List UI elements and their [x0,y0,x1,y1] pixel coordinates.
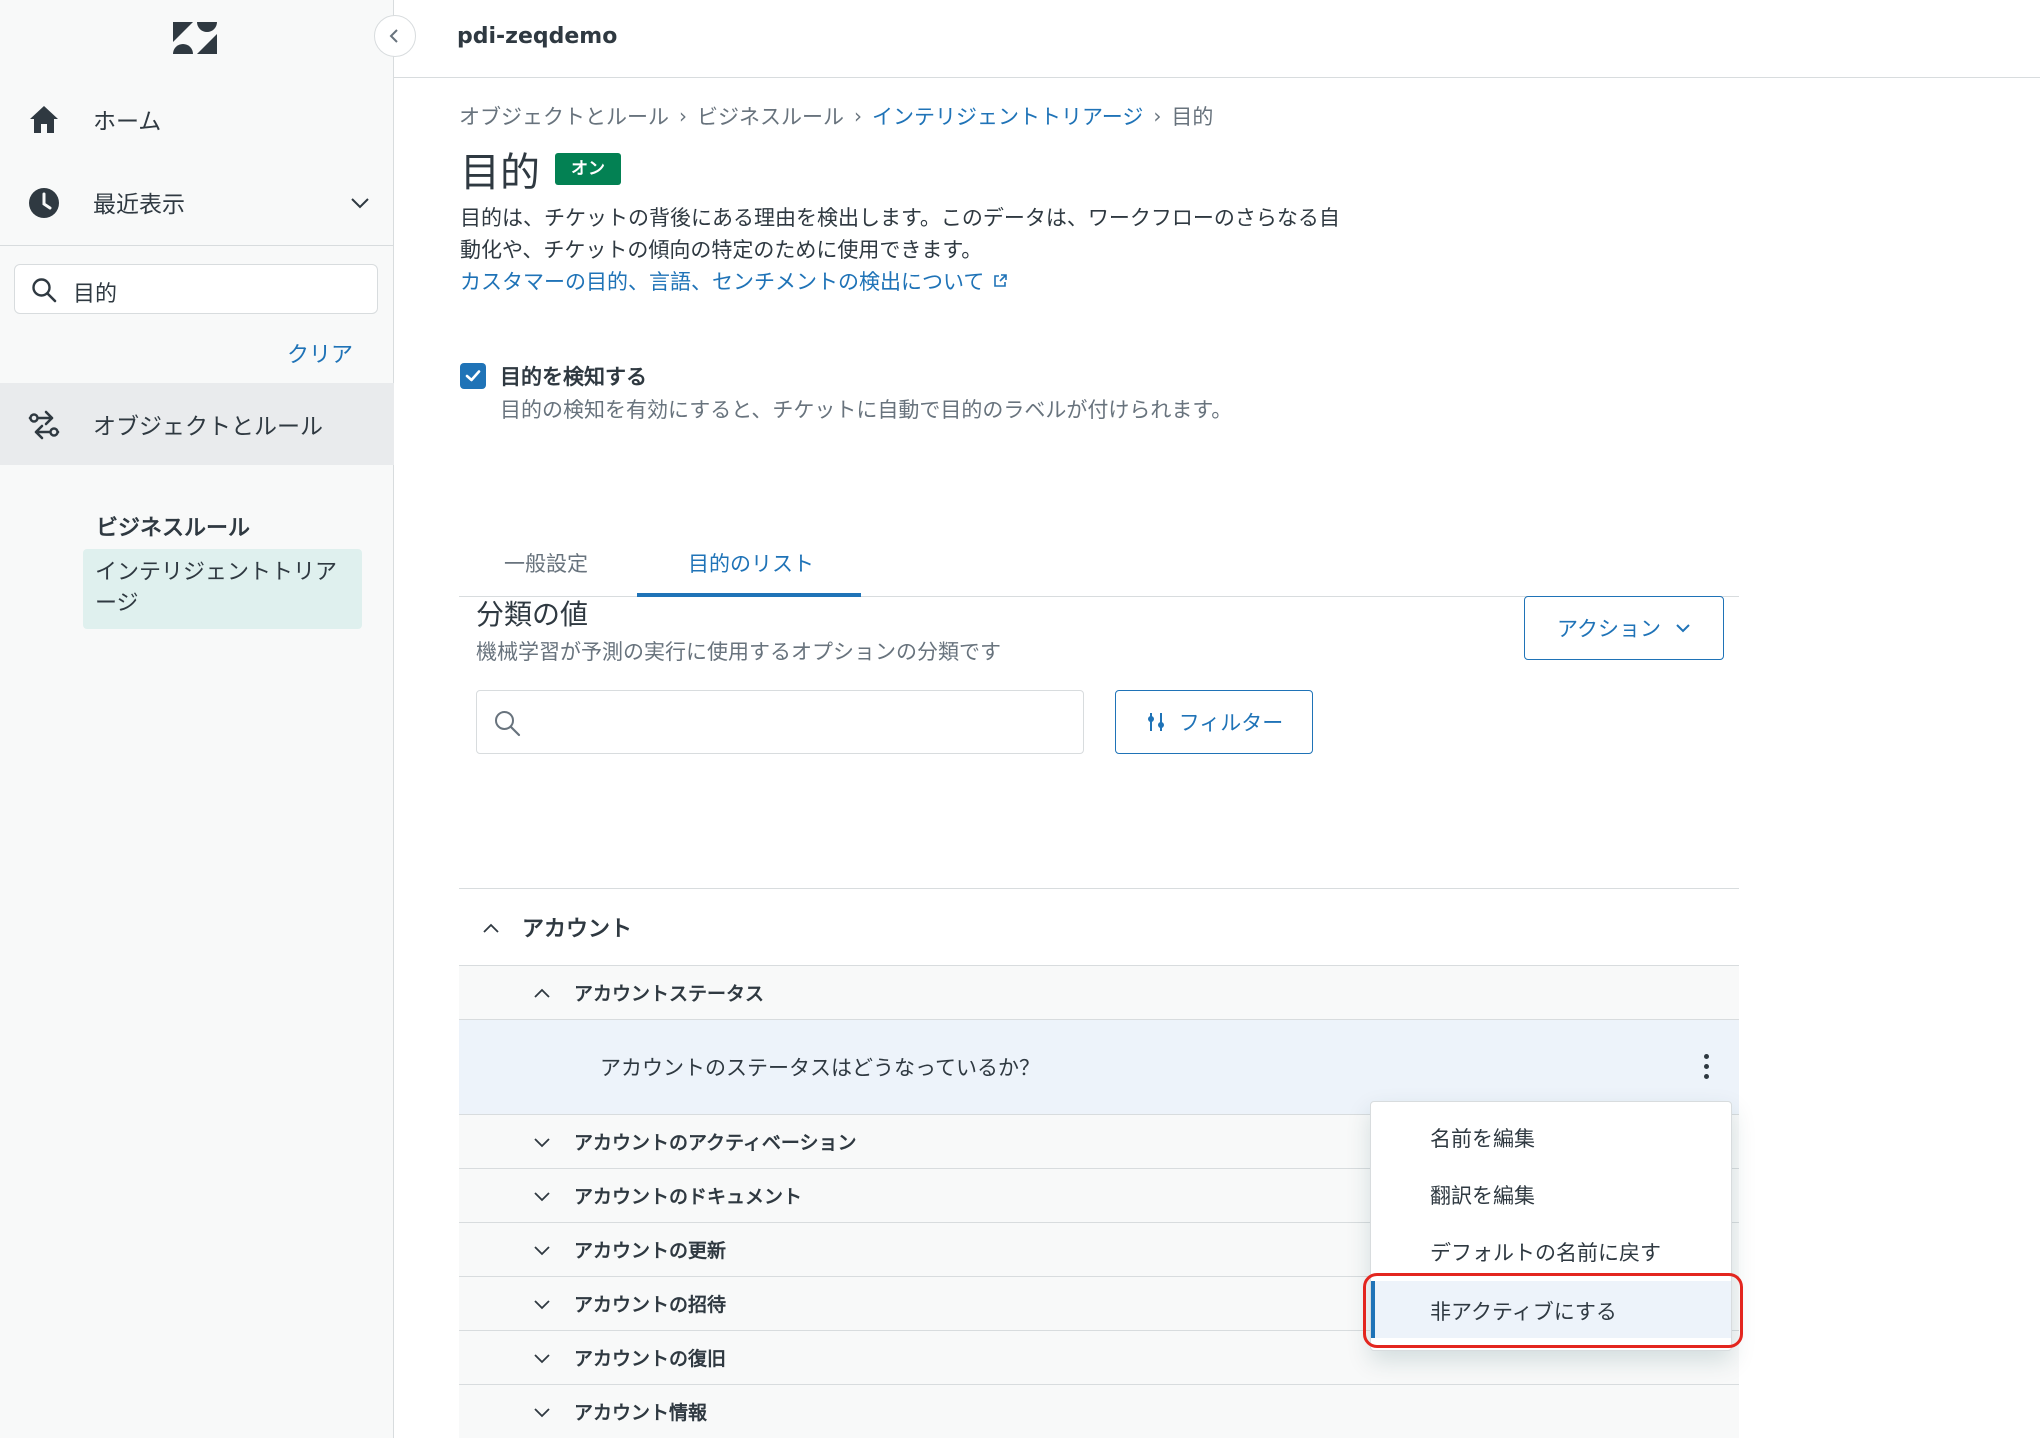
clock-icon [29,188,59,218]
tab-intent-list[interactable]: 目的のリスト [688,548,814,578]
check-icon [465,370,481,382]
nav-home[interactable]: ホーム [0,78,394,160]
tree-subgroup-label: アカウントの更新 [574,1240,727,1262]
search-icon [495,711,521,737]
tree-subgroup-label: アカウントの招待 [574,1294,727,1316]
breadcrumb-business-rules[interactable]: ビジネスルール [697,101,844,131]
chevron-down-icon [534,1300,550,1310]
page-description: 目的は、チケットの背後にある理由を検出します。このデータは、ワークフローのさらな… [460,206,1340,262]
sidebar-search-value: 目的 [73,282,118,307]
business-rules-heading: ビジネスルール [96,516,251,541]
nav-objects-rules-label: オブジェクトとルール [93,414,323,440]
tab-bar: 一般設定 目的のリスト [459,518,1739,597]
menu-item-edit-translation[interactable]: 翻訳を編集 [1371,1165,1731,1222]
breadcrumb-current: 目的 [1171,105,1214,129]
actions-dropdown-button[interactable]: アクション [1524,596,1724,660]
menu-item-edit-name[interactable]: 名前を編集 [1371,1108,1731,1165]
chevron-down-icon [534,1354,550,1364]
sidebar-search-input[interactable]: 目的 [14,264,378,314]
tree-subgroup[interactable]: アカウント情報 [459,1385,1739,1438]
detect-intent-checkbox[interactable] [460,363,486,389]
search-icon [32,278,57,303]
sidebar-item-intelligent-triage[interactable]: インテリジェントトリアージ [83,549,362,629]
breadcrumb: オブジェクトとルール › ビジネスルール › インテリジェントトリアージ › 目… [459,101,1213,131]
chevron-down-icon [534,1246,550,1256]
detect-intent-hint: 目的の検知を有効にすると、チケットに自動で目的のラベルが付けられます。 [500,398,1233,422]
chevron-up-icon [483,923,499,933]
external-link-icon [994,274,1008,287]
row-actions-menu: 名前を編集 翻訳を編集 デフォルトの名前に戻す 非アクティブにする [1370,1101,1732,1351]
active-tab-indicator [637,593,861,597]
zendesk-logo[interactable] [171,18,219,58]
top-bar: pdi-zeqdemo [394,0,2040,78]
tree-subgroup-account-status[interactable]: アカウントステータス [459,966,1739,1020]
section-title: 分類の値 [476,598,589,631]
page-title: 目的 [460,150,540,196]
nav-recent-label: 最近表示 [93,192,185,218]
tree-leaf-label: アカウントのステータスはどうなっているか？ [600,1056,1040,1080]
filter-label: フィルター [1178,711,1284,735]
tree-subgroup-label: アカウントの復旧 [574,1348,727,1370]
filter-icon [1147,713,1164,731]
nav-recent[interactable]: 最近表示 [0,161,394,243]
objects-rules-icon [28,410,60,440]
detect-intent-label: 目的を検知する [500,365,647,389]
sidebar-divider [0,245,394,246]
chevron-down-icon [534,1138,550,1148]
menu-item-label: 非アクティブにする [1430,1300,1617,1324]
chevron-down-icon[interactable] [349,192,371,214]
learn-more-label: カスタマーの目的、言語、センチメントの検出について [460,270,985,294]
collapse-sidebar-button[interactable] [374,15,416,57]
values-search-input[interactable] [476,690,1084,754]
breadcrumb-objects-rules[interactable]: オブジェクトとルール [459,101,669,131]
sidebar: ホーム 最近表示 目的 クリア オブジェクトとルール ビジネスルール インテリジ… [0,0,394,1438]
breadcrumb-intelligent-triage[interactable]: インテリジェントトリアージ [872,101,1143,131]
status-badge: オン [555,153,621,185]
tree-subgroup-label: アカウントのドキュメント [574,1186,803,1208]
menu-item-revert-name[interactable]: デフォルトの名前に戻す [1371,1222,1731,1279]
home-icon [30,106,58,133]
breadcrumb-separator-icon: › [854,104,862,128]
tab-general-settings[interactable]: 一般設定 [504,548,588,578]
chevron-down-icon [534,1192,550,1202]
breadcrumb-separator-icon: › [679,104,687,128]
section-subtitle: 機械学習が予測の実行に使用するオプションの分類です [476,640,1001,664]
breadcrumb-separator-icon: › [1153,104,1162,128]
menu-item-deactivate[interactable]: 非アクティブにする [1371,1281,1731,1338]
tree-group-label: アカウント [522,917,633,942]
chevron-down-icon [534,1408,550,1418]
account-name: pdi-zeqdemo [457,24,618,49]
tree-subgroup-label: アカウントのアクティベーション [574,1132,857,1154]
tree-subgroup-label: アカウント情報 [574,1402,708,1424]
menu-item-label: デフォルトの名前に戻す [1430,1241,1661,1265]
clear-search-link[interactable]: クリア [287,337,353,369]
menu-item-label: 翻訳を編集 [1430,1184,1535,1208]
chevron-up-icon [534,988,550,998]
learn-more-link[interactable]: カスタマーの目的、言語、センチメントの検出について [460,266,1008,296]
tree-group-account[interactable]: アカウント [459,888,1739,966]
filter-button[interactable]: フィルター [1115,690,1313,754]
nav-objects-rules[interactable]: オブジェクトとルール [0,383,394,465]
actions-label: アクション [1557,617,1661,641]
chevron-down-icon [1676,624,1690,633]
chevron-left-icon [389,29,398,43]
tree-subgroup-label: アカウントステータス [574,983,765,1005]
nav-home-label: ホーム [93,109,162,135]
kebab-icon[interactable] [1697,1048,1715,1084]
menu-item-label: 名前を編集 [1430,1127,1535,1151]
main-content: オブジェクトとルール › ビジネスルール › インテリジェントトリアージ › 目… [394,78,2040,1438]
